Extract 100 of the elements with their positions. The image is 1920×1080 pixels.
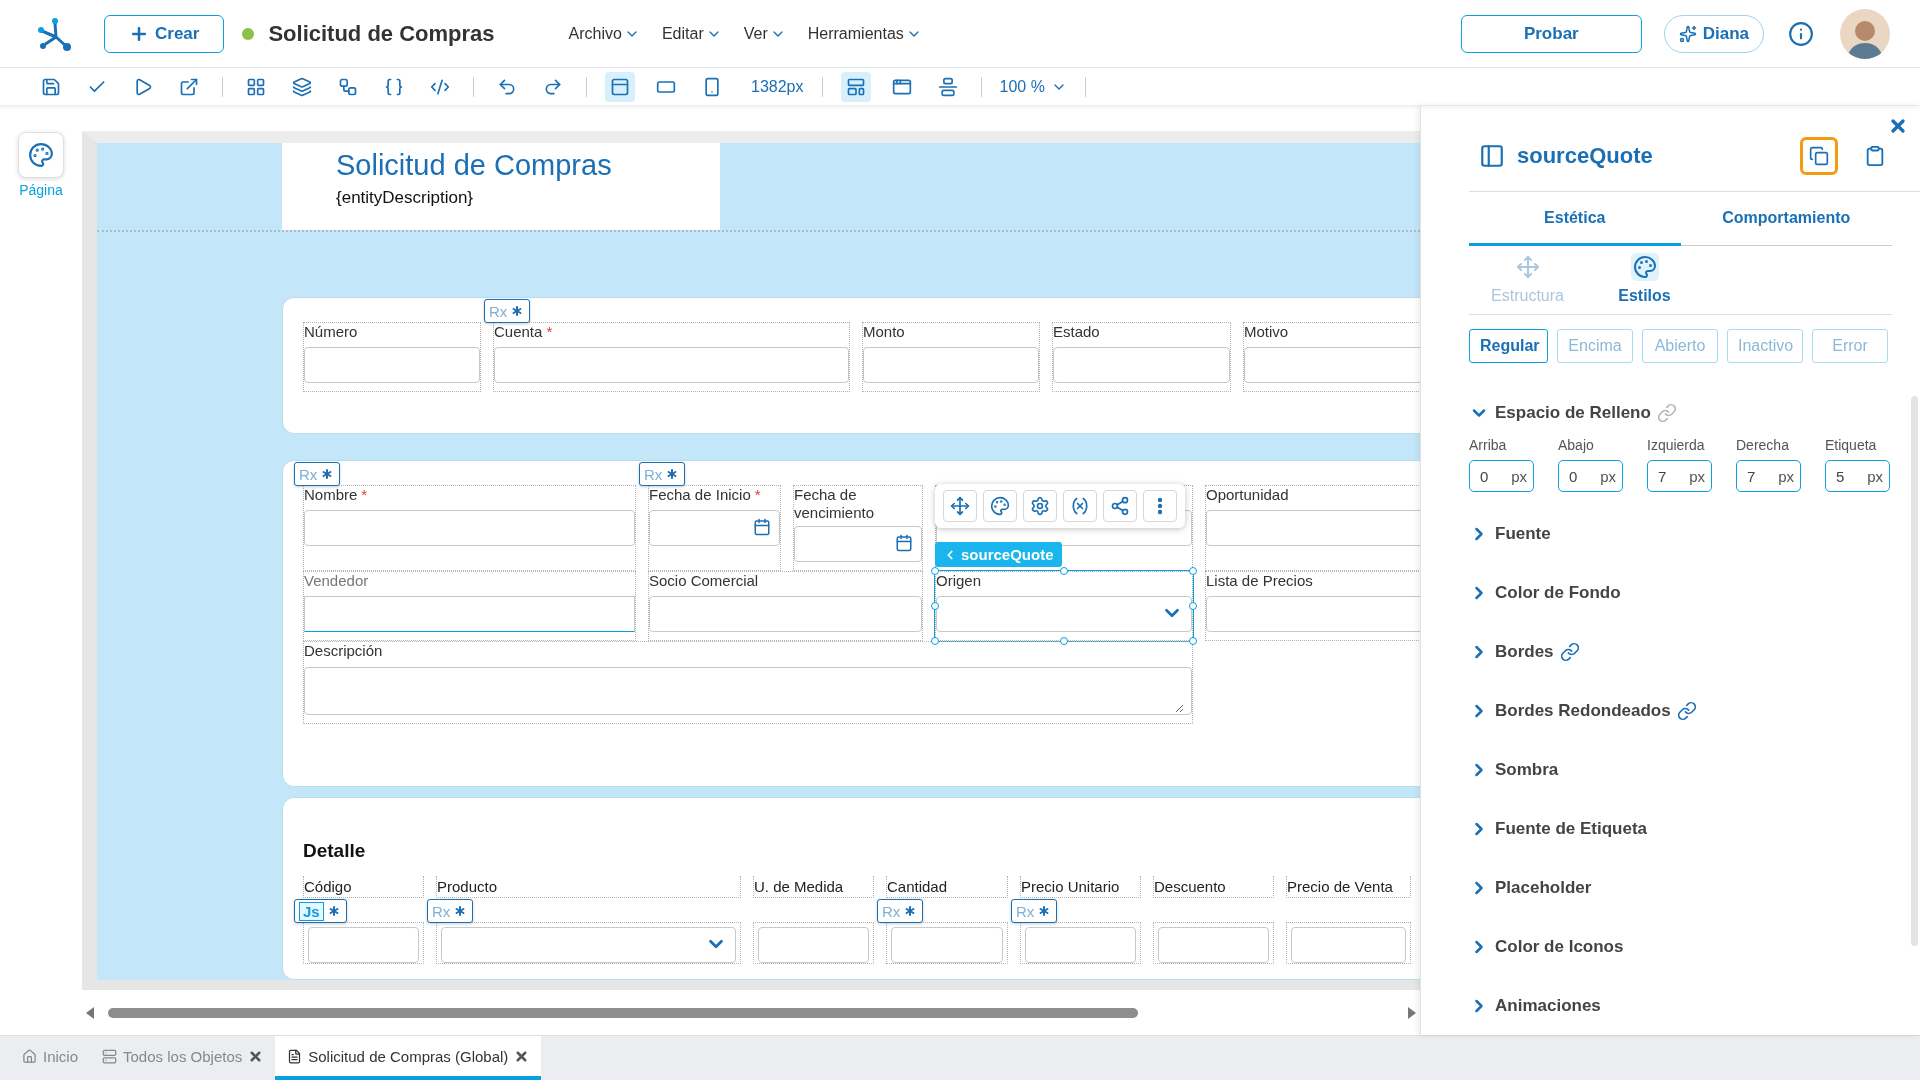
menu-button[interactable]: Ver	[743, 24, 786, 43]
input-field[interactable]	[1291, 927, 1406, 963]
select-field[interactable]	[441, 927, 736, 963]
undo-icon	[497, 76, 517, 97]
input-field[interactable]	[308, 927, 419, 963]
zoom-dropdown[interactable]: 100 %	[999, 77, 1067, 96]
section-header[interactable]: Color de Fondo	[1469, 563, 1888, 622]
link-icon[interactable]	[1676, 700, 1697, 721]
avatar[interactable]	[1840, 8, 1890, 59]
flow-icon	[338, 76, 358, 97]
input-field[interactable]	[758, 927, 869, 963]
close-icon	[1888, 116, 1908, 136]
mobile-icon	[702, 76, 722, 97]
document-tab[interactable]: Todos los Objetos	[90, 1036, 276, 1080]
connections-button[interactable]	[1103, 490, 1137, 522]
width-label: 1382px	[751, 77, 804, 96]
number-field[interactable]: 0 px	[1558, 460, 1623, 492]
column-header: Cantidad	[886, 876, 1008, 898]
required-mark: *	[546, 323, 553, 340]
document-tab[interactable]: Solicitud de Compras (Global)	[275, 1036, 542, 1080]
resize-handle[interactable]	[1060, 567, 1068, 575]
section-header[interactable]: Fuente de Etiqueta	[1469, 799, 1888, 858]
panel-tab[interactable]: Estética	[1469, 192, 1681, 246]
document-tab[interactable]: Inicio	[10, 1036, 91, 1080]
date-field[interactable]	[649, 510, 780, 546]
column-header: Precio Unitario	[1020, 876, 1141, 898]
link-icon[interactable]	[1559, 641, 1580, 662]
panel-tab[interactable]: Comportamiento	[1680, 192, 1892, 246]
create-button[interactable]: Crear	[104, 14, 225, 53]
input-field[interactable]	[1158, 927, 1269, 963]
input-field[interactable]	[1206, 510, 1420, 546]
section-header[interactable]: Bordes Redondeados	[1469, 681, 1888, 740]
settings-button[interactable]	[1023, 490, 1057, 522]
resize-grip-icon	[1175, 704, 1183, 712]
connections-icon	[1110, 496, 1130, 516]
number-field[interactable]: 7 px	[1647, 460, 1712, 492]
section-header[interactable]: Sombra	[1469, 740, 1888, 799]
clipboard-icon	[1864, 144, 1886, 167]
close-icon[interactable]	[248, 1048, 264, 1064]
field-label: Fecha de Inicio *	[649, 486, 762, 505]
input-field[interactable]	[304, 347, 480, 383]
move-button[interactable]	[943, 490, 977, 522]
close-button[interactable]	[1888, 116, 1908, 136]
state-button[interactable]: Regular	[1469, 329, 1548, 363]
desktop-icon	[610, 76, 630, 97]
settings-icon	[1030, 496, 1050, 516]
number-field[interactable]: 0 px	[1469, 460, 1534, 492]
number-field[interactable]: 5 px	[1825, 460, 1890, 492]
scroll-left-icon[interactable]	[86, 1006, 94, 1019]
resize-handle[interactable]	[931, 567, 939, 575]
input-field[interactable]	[1244, 347, 1420, 383]
input-field[interactable]	[1025, 927, 1136, 963]
column-header: U. de Medida	[753, 876, 874, 898]
palette-button[interactable]	[983, 490, 1017, 522]
field-label: Descripción	[304, 642, 384, 661]
input-field[interactable]	[304, 510, 635, 546]
layers-icon	[292, 76, 312, 97]
resize-handle[interactable]	[1189, 567, 1197, 575]
desktop-button[interactable]	[605, 71, 635, 102]
number-field[interactable]: 7 px	[1736, 460, 1801, 492]
column-header: Precio de Venta	[1286, 876, 1411, 898]
rail-label: Página	[19, 182, 63, 198]
input-field[interactable]	[1053, 347, 1230, 383]
section-header[interactable]: Fuente	[1469, 504, 1888, 563]
input-field[interactable]	[891, 927, 1003, 963]
section-header[interactable]: Animaciones	[1469, 976, 1888, 1035]
more-button[interactable]	[1143, 490, 1177, 522]
input-field[interactable]	[1206, 596, 1420, 632]
panel-subtab[interactable]: Estilos	[1586, 252, 1703, 306]
resize-handle[interactable]	[1189, 637, 1197, 645]
rule-badge[interactable]: Js	[294, 899, 347, 923]
field-label: Origen	[936, 572, 983, 591]
page-style-button[interactable]	[18, 132, 64, 178]
section-header[interactable]: Bordes	[1469, 622, 1888, 681]
resize-handle[interactable]	[931, 637, 939, 645]
select-field[interactable]	[936, 596, 1192, 632]
resize-handle[interactable]	[931, 602, 939, 610]
menu-button[interactable]: Editar	[661, 24, 722, 43]
layout-button[interactable]	[840, 71, 871, 102]
more-icon	[1157, 497, 1163, 515]
column-header: Descuento	[1153, 876, 1274, 898]
date-field[interactable]	[794, 526, 922, 562]
section-header[interactable]: Placeholder	[1469, 858, 1888, 917]
resize-handle[interactable]	[1060, 637, 1068, 645]
menu-button[interactable]: Archivo	[568, 24, 640, 43]
section-title: Detalle	[303, 840, 367, 862]
assistant-button[interactable]: Diana	[1663, 14, 1764, 53]
vertical-scrollbar[interactable]	[1911, 396, 1918, 946]
field-label: Motivo	[1244, 323, 1290, 342]
input-field[interactable]	[863, 347, 1039, 383]
variable-button[interactable]	[1063, 490, 1097, 522]
menu-button[interactable]: Herramientas	[807, 24, 922, 43]
input-field[interactable]	[649, 596, 922, 632]
test-button[interactable]: Probar	[1460, 14, 1642, 53]
scroll-right-icon[interactable]	[1408, 1006, 1416, 1019]
resize-handle[interactable]	[1189, 602, 1197, 610]
input-field[interactable]	[494, 347, 849, 383]
scrollbar-thumb[interactable]	[108, 1007, 1138, 1018]
copy-button[interactable]	[1800, 136, 1838, 175]
section-header[interactable]: Color de Iconos	[1469, 917, 1888, 976]
